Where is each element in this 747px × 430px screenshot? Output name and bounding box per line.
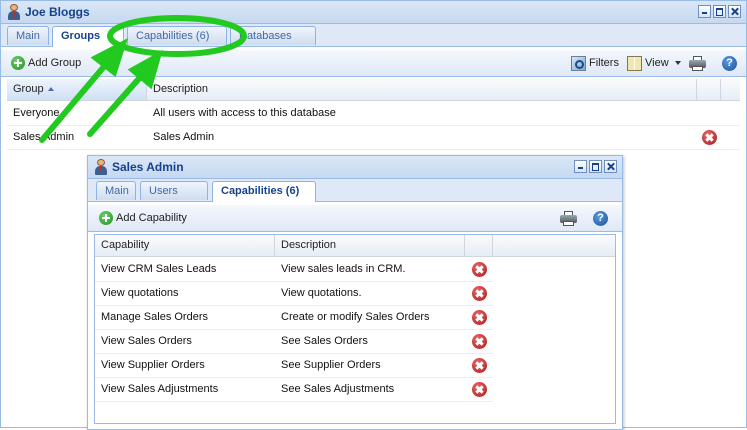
tab-databases[interactable]: Databases (1) bbox=[230, 26, 316, 61]
table-row[interactable]: Manage Sales Orders Create or modify Sale… bbox=[95, 305, 493, 330]
delete-button[interactable] bbox=[465, 353, 493, 377]
capabilities-grid-header: Capability Description bbox=[95, 235, 615, 257]
capability-name: View Supplier Orders bbox=[101, 359, 205, 371]
capability-description: Create or modify Sales Orders bbox=[281, 311, 430, 323]
group-window-title: Sales Admin bbox=[112, 160, 184, 174]
printer-icon bbox=[689, 55, 706, 71]
table-row[interactable]: View Sales Orders See Sales Orders bbox=[95, 329, 493, 354]
table-row[interactable]: Sales Admin Sales Admin bbox=[7, 125, 740, 150]
minimize-button[interactable] bbox=[574, 160, 587, 173]
filter-icon bbox=[571, 55, 586, 71]
filters-label: Filters bbox=[589, 57, 619, 69]
close-button[interactable] bbox=[604, 160, 617, 173]
inner-toolbar: Add Capability ? bbox=[88, 205, 622, 232]
column-header-description[interactable]: Description bbox=[147, 79, 697, 100]
view-columns-icon bbox=[627, 55, 642, 71]
delete-icon bbox=[471, 285, 487, 301]
delete-button[interactable] bbox=[465, 377, 493, 401]
group-name: Sales Admin bbox=[13, 131, 75, 143]
delete-button[interactable] bbox=[465, 305, 493, 329]
inner-tabstrip: Main Users (20) Capabilities (6) bbox=[88, 179, 622, 216]
groups-grid-header: Group Description bbox=[7, 79, 740, 101]
filters-button[interactable]: Filters bbox=[571, 55, 619, 71]
tab-capabilities[interactable]: Capabilities (6) bbox=[212, 181, 316, 202]
group-description: Sales Admin bbox=[153, 131, 215, 143]
tab-main[interactable]: Main bbox=[7, 26, 49, 45]
capability-name: View Sales Adjustments bbox=[101, 383, 219, 395]
user-icon bbox=[94, 159, 108, 175]
delete-button[interactable] bbox=[465, 257, 493, 281]
table-row[interactable]: Everyone All users with access to this d… bbox=[7, 101, 740, 126]
column-header-actions bbox=[465, 235, 493, 256]
outer-tabstrip: Main Groups (2) Capabilities (6) Databas… bbox=[1, 24, 746, 61]
close-button[interactable] bbox=[728, 5, 741, 18]
maximize-button[interactable] bbox=[713, 5, 726, 18]
tab-main[interactable]: Main bbox=[96, 181, 136, 200]
column-header-group-label: Group bbox=[13, 83, 44, 95]
chevron-down-icon bbox=[674, 61, 681, 65]
help-icon: ? bbox=[593, 210, 608, 226]
view-label: View bbox=[645, 57, 669, 69]
capability-name: View quotations bbox=[101, 287, 179, 299]
delete-icon bbox=[471, 333, 487, 349]
outer-toolbar: Add Group Filters View ? bbox=[1, 50, 746, 77]
table-row[interactable]: View quotations View quotations. bbox=[95, 281, 493, 306]
add-group-button[interactable]: Add Group bbox=[11, 55, 81, 71]
delete-icon bbox=[471, 357, 487, 373]
view-button[interactable]: View bbox=[627, 55, 681, 71]
group-description: All users with access to this database bbox=[153, 107, 336, 119]
capabilities-grid: Capability Description View CRM Sales Le… bbox=[94, 234, 616, 424]
column-header-actions bbox=[697, 79, 721, 100]
capability-name: View CRM Sales Leads bbox=[101, 263, 217, 275]
print-button[interactable] bbox=[560, 210, 577, 226]
tab-capabilities[interactable]: Capabilities (6) bbox=[127, 26, 227, 45]
user-icon bbox=[7, 4, 21, 20]
delete-icon bbox=[471, 381, 487, 397]
add-icon bbox=[11, 56, 25, 70]
delete-icon bbox=[471, 261, 487, 277]
printer-icon bbox=[560, 210, 577, 226]
table-row[interactable]: View CRM Sales Leads View sales leads in … bbox=[95, 257, 493, 282]
add-icon bbox=[99, 211, 113, 225]
sort-ascending-icon bbox=[47, 87, 54, 92]
capability-description: View quotations. bbox=[281, 287, 362, 299]
group-name: Everyone bbox=[13, 107, 60, 119]
capability-description: View sales leads in CRM. bbox=[281, 263, 406, 275]
add-group-label: Add Group bbox=[28, 57, 82, 69]
column-header-capability[interactable]: Capability bbox=[95, 235, 275, 256]
table-row[interactable]: View Supplier Orders See Supplier Orders bbox=[95, 353, 493, 378]
table-row[interactable]: View Sales Adjustments See Sales Adjustme… bbox=[95, 377, 493, 402]
window-title: Joe Bloggs bbox=[25, 5, 90, 19]
capability-name: Manage Sales Orders bbox=[101, 311, 208, 323]
column-header-description[interactable]: Description bbox=[275, 235, 465, 256]
capability-name: View Sales Orders bbox=[101, 335, 192, 347]
maximize-button[interactable] bbox=[589, 160, 602, 173]
window-titlebar[interactable]: Joe Bloggs bbox=[1, 1, 746, 24]
capability-description: See Supplier Orders bbox=[281, 359, 381, 371]
tab-users[interactable]: Users (20) bbox=[140, 181, 208, 216]
column-header-group[interactable]: Group bbox=[7, 79, 147, 100]
help-button[interactable]: ? bbox=[722, 55, 737, 71]
delete-button[interactable] bbox=[465, 329, 493, 353]
add-capability-label: Add Capability bbox=[116, 212, 187, 224]
delete-button[interactable] bbox=[465, 281, 493, 305]
tab-groups[interactable]: Groups (2) bbox=[52, 26, 124, 61]
minimize-button[interactable] bbox=[698, 5, 711, 18]
group-window-titlebar[interactable]: Sales Admin bbox=[88, 156, 622, 179]
capability-description: See Sales Orders bbox=[281, 335, 368, 347]
delete-button[interactable] bbox=[697, 125, 721, 149]
delete-icon bbox=[701, 129, 717, 145]
capability-description: See Sales Adjustments bbox=[281, 383, 395, 395]
help-icon: ? bbox=[722, 55, 737, 71]
print-button[interactable] bbox=[689, 55, 706, 71]
add-capability-button[interactable]: Add Capability bbox=[99, 210, 187, 226]
group-window: Sales Admin Main Users (20) Capabilities… bbox=[87, 155, 623, 430]
delete-icon bbox=[471, 309, 487, 325]
help-button[interactable]: ? bbox=[593, 210, 608, 226]
